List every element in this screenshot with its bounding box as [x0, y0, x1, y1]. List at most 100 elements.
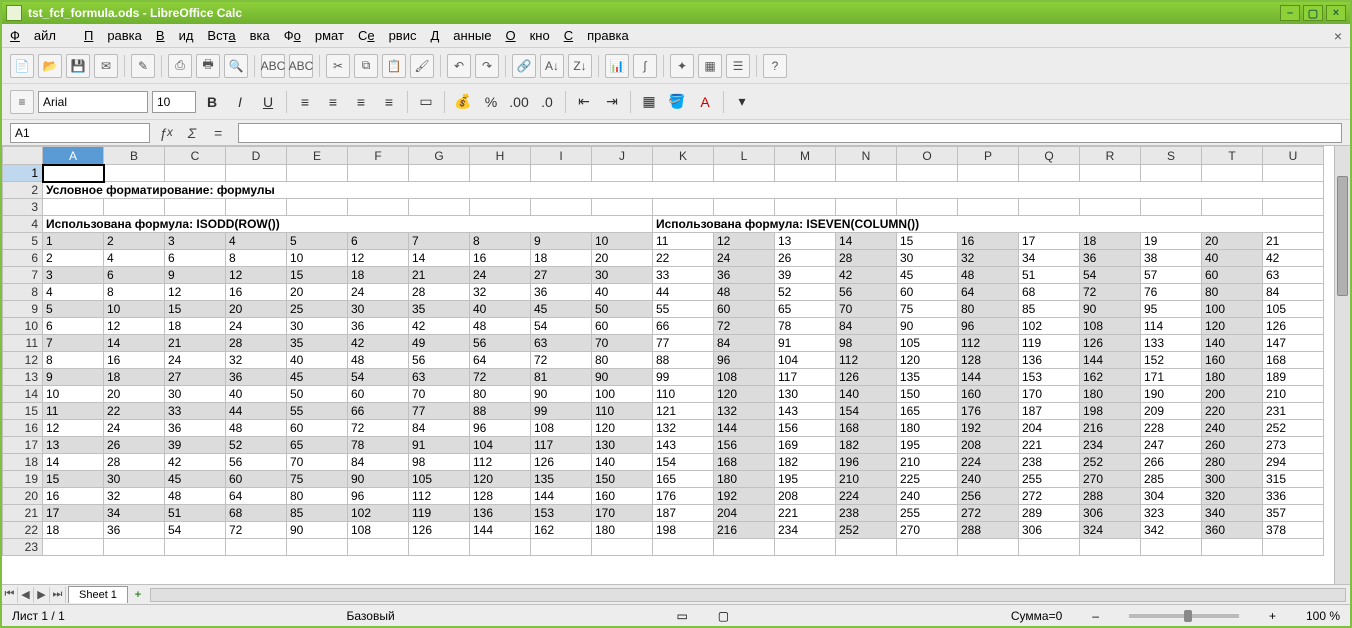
cell-M1[interactable]: [775, 165, 836, 182]
cell-M11[interactable]: 91: [775, 335, 836, 352]
cell-A13[interactable]: 9: [43, 369, 104, 386]
cell-J5[interactable]: 10: [592, 233, 653, 250]
cell-U21[interactable]: 357: [1263, 505, 1324, 522]
cell-H18[interactable]: 112: [470, 454, 531, 471]
cell-A7[interactable]: 3: [43, 267, 104, 284]
col-header-I[interactable]: I: [531, 147, 592, 165]
cell-S14[interactable]: 190: [1141, 386, 1202, 403]
cell-S5[interactable]: 19: [1141, 233, 1202, 250]
cell-A1[interactable]: [43, 165, 104, 182]
cell-E13[interactable]: 45: [287, 369, 348, 386]
cell-J23[interactable]: [592, 539, 653, 556]
cell-D16[interactable]: 48: [226, 420, 287, 437]
cell-S13[interactable]: 171: [1141, 369, 1202, 386]
cell-S19[interactable]: 285: [1141, 471, 1202, 488]
row-header-1[interactable]: 1: [3, 165, 43, 182]
cell-C13[interactable]: 27: [165, 369, 226, 386]
cell-G6[interactable]: 14: [409, 250, 470, 267]
cell-U13[interactable]: 189: [1263, 369, 1324, 386]
cell-H15[interactable]: 88: [470, 403, 531, 420]
cell-J13[interactable]: 90: [592, 369, 653, 386]
cell-S22[interactable]: 342: [1141, 522, 1202, 539]
sort-asc-icon[interactable]: A↓: [540, 54, 564, 78]
cell-A2[interactable]: Условное форматирование: формулы: [43, 182, 1324, 199]
cell-L7[interactable]: 36: [714, 267, 775, 284]
col-header-O[interactable]: O: [897, 147, 958, 165]
cell-S3[interactable]: [1141, 199, 1202, 216]
cell-I5[interactable]: 9: [531, 233, 592, 250]
cell-M3[interactable]: [775, 199, 836, 216]
cell-K14[interactable]: 110: [653, 386, 714, 403]
cell-F1[interactable]: [348, 165, 409, 182]
cell-H16[interactable]: 96: [470, 420, 531, 437]
cell-B5[interactable]: 2: [104, 233, 165, 250]
cell-P7[interactable]: 48: [958, 267, 1019, 284]
cell-M14[interactable]: 130: [775, 386, 836, 403]
cell-H11[interactable]: 56: [470, 335, 531, 352]
cell-K15[interactable]: 121: [653, 403, 714, 420]
cell-reference-box[interactable]: [10, 123, 150, 143]
cell-C20[interactable]: 48: [165, 488, 226, 505]
cell-L3[interactable]: [714, 199, 775, 216]
cell-J10[interactable]: 60: [592, 318, 653, 335]
cell-U10[interactable]: 126: [1263, 318, 1324, 335]
row-header-14[interactable]: 14: [3, 386, 43, 403]
cell-U23[interactable]: [1263, 539, 1324, 556]
cell-L18[interactable]: 168: [714, 454, 775, 471]
zoom-in-icon[interactable]: +: [1269, 609, 1276, 623]
cell-F8[interactable]: 24: [348, 284, 409, 301]
cell-M9[interactable]: 65: [775, 301, 836, 318]
cell-P23[interactable]: [958, 539, 1019, 556]
cell-F7[interactable]: 18: [348, 267, 409, 284]
cell-S8[interactable]: 76: [1141, 284, 1202, 301]
cell-B14[interactable]: 20: [104, 386, 165, 403]
help-icon[interactable]: ?: [763, 54, 787, 78]
cell-I16[interactable]: 108: [531, 420, 592, 437]
cell-S17[interactable]: 247: [1141, 437, 1202, 454]
cell-A12[interactable]: 8: [43, 352, 104, 369]
tab-prev-icon[interactable]: ◀: [18, 587, 34, 603]
cell-N8[interactable]: 56: [836, 284, 897, 301]
cell-U6[interactable]: 42: [1263, 250, 1324, 267]
cell-D11[interactable]: 28: [226, 335, 287, 352]
cell-O11[interactable]: 105: [897, 335, 958, 352]
cell-T12[interactable]: 160: [1202, 352, 1263, 369]
cell-S15[interactable]: 209: [1141, 403, 1202, 420]
cell-C5[interactable]: 3: [165, 233, 226, 250]
cell-N3[interactable]: [836, 199, 897, 216]
cell-Q7[interactable]: 51: [1019, 267, 1080, 284]
cell-C21[interactable]: 51: [165, 505, 226, 522]
cell-I6[interactable]: 18: [531, 250, 592, 267]
cell-J6[interactable]: 20: [592, 250, 653, 267]
cell-C18[interactable]: 42: [165, 454, 226, 471]
cell-C10[interactable]: 18: [165, 318, 226, 335]
cell-L22[interactable]: 216: [714, 522, 775, 539]
cell-A5[interactable]: 1: [43, 233, 104, 250]
vertical-scrollbar[interactable]: [1334, 146, 1350, 584]
underline-icon[interactable]: U: [256, 90, 280, 114]
row-header-17[interactable]: 17: [3, 437, 43, 454]
cell-S6[interactable]: 38: [1141, 250, 1202, 267]
cell-G14[interactable]: 70: [409, 386, 470, 403]
cell-M12[interactable]: 104: [775, 352, 836, 369]
cell-H21[interactable]: 136: [470, 505, 531, 522]
cell-T11[interactable]: 140: [1202, 335, 1263, 352]
cell-O20[interactable]: 240: [897, 488, 958, 505]
cell-F19[interactable]: 90: [348, 471, 409, 488]
merge-cells-icon[interactable]: ▭: [414, 90, 438, 114]
cell-P1[interactable]: [958, 165, 1019, 182]
cell-O16[interactable]: 180: [897, 420, 958, 437]
cell-P6[interactable]: 32: [958, 250, 1019, 267]
cell-K19[interactable]: 165: [653, 471, 714, 488]
cut-icon[interactable]: ✂: [326, 54, 350, 78]
cell-E19[interactable]: 75: [287, 471, 348, 488]
menu-edit[interactable]: Правка: [84, 28, 142, 43]
remove-decimal-icon[interactable]: .0: [535, 90, 559, 114]
cell-C22[interactable]: 54: [165, 522, 226, 539]
cell-M18[interactable]: 182: [775, 454, 836, 471]
gallery-icon[interactable]: ▦: [698, 54, 722, 78]
cell-E17[interactable]: 65: [287, 437, 348, 454]
row-header-6[interactable]: 6: [3, 250, 43, 267]
col-header-Q[interactable]: Q: [1019, 147, 1080, 165]
cell-N23[interactable]: [836, 539, 897, 556]
